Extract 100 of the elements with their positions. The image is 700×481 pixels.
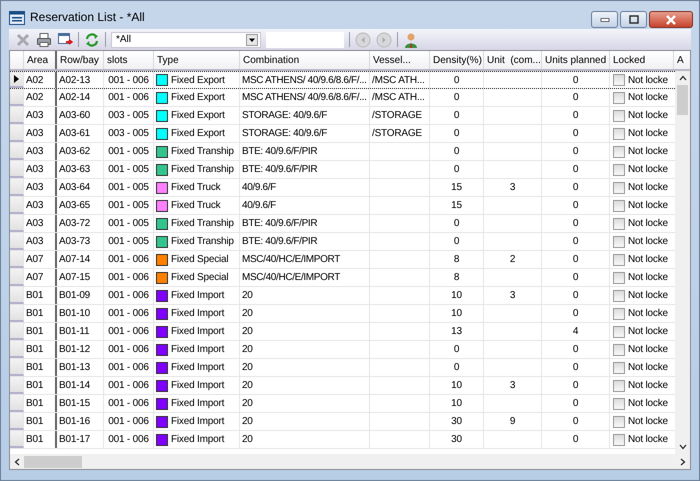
delete-icon[interactable]	[15, 32, 31, 48]
checkbox[interactable]	[613, 380, 625, 392]
checkbox[interactable]	[613, 146, 625, 158]
checkbox[interactable]	[613, 290, 625, 302]
table-cell: 0	[430, 341, 484, 358]
table-cell: 9	[484, 413, 542, 430]
table-cell: 0	[430, 215, 484, 232]
scroll-thumb[interactable]	[24, 456, 82, 468]
column-header[interactable]: Vessel...	[370, 51, 430, 69]
search-field[interactable]	[266, 32, 344, 48]
table-cell: B01	[24, 413, 57, 430]
table-cell: 0	[542, 107, 610, 124]
checkbox[interactable]	[613, 92, 625, 104]
table-cell: 001 - 006	[104, 305, 154, 322]
checkbox[interactable]	[613, 308, 625, 320]
checkbox[interactable]	[613, 344, 625, 356]
table-cell: STORAGE: 40/9.6/F	[240, 125, 370, 142]
table-cell: Fixed Import	[171, 362, 224, 373]
table-cell: 0	[542, 431, 610, 448]
table-cell: 0	[542, 89, 610, 106]
scroll-right-icon[interactable]	[680, 458, 686, 466]
table-cell: 8	[430, 251, 484, 268]
column-header[interactable]: A	[674, 51, 690, 69]
scroll-down-icon[interactable]	[678, 444, 686, 450]
checkbox[interactable]	[613, 74, 625, 86]
horizontal-scrollbar[interactable]	[10, 454, 690, 469]
table-cell: 0	[542, 143, 610, 160]
checkbox[interactable]	[613, 434, 625, 446]
column-header[interactable]: Combination	[240, 51, 370, 69]
table-cell: Not locke	[628, 380, 668, 391]
filter-dropdown[interactable]: *All	[111, 32, 261, 48]
table-cell: 3	[484, 179, 542, 196]
table-cell: Not locke	[628, 236, 668, 247]
print-icon[interactable]	[36, 32, 52, 48]
table-cell: A03	[24, 197, 57, 214]
column-header[interactable]: Unit (com...	[484, 51, 542, 69]
checkbox[interactable]	[613, 254, 625, 266]
table-cell: 0	[542, 413, 610, 430]
column-header[interactable]: Density(%)	[430, 51, 484, 69]
checkbox[interactable]	[613, 362, 625, 374]
checkbox[interactable]	[613, 416, 625, 428]
table-cell: 30	[430, 431, 484, 448]
checkbox[interactable]	[613, 110, 625, 122]
table-cell: 10	[430, 395, 484, 412]
column-header[interactable]: Locked	[610, 51, 674, 69]
checkbox[interactable]	[613, 128, 625, 140]
checkbox[interactable]	[613, 200, 625, 212]
next-button[interactable]	[376, 32, 392, 48]
table-cell: 001 - 005	[104, 161, 154, 178]
table-cell: A03	[24, 233, 57, 250]
table-cell: A03-72	[57, 215, 104, 232]
column-header[interactable]: slots	[104, 51, 154, 69]
person-icon[interactable]	[403, 32, 419, 48]
checkbox[interactable]	[613, 236, 625, 248]
table-cell: A03	[24, 125, 57, 142]
table-cell: B01-12	[57, 341, 104, 358]
table-cell: Fixed Tranship	[171, 146, 234, 157]
previous-button[interactable]	[355, 32, 371, 48]
checkbox[interactable]	[613, 398, 625, 410]
checkbox[interactable]	[613, 164, 625, 176]
close-button[interactable]	[649, 11, 693, 28]
vertical-scrollbar[interactable]	[675, 71, 690, 454]
table-cell: 10	[430, 305, 484, 322]
scroll-up-icon[interactable]	[678, 75, 686, 81]
column-header[interactable]: Area	[24, 51, 57, 69]
refresh-icon[interactable]	[84, 32, 100, 48]
table-cell: Not locke	[628, 218, 668, 229]
checkbox[interactable]	[613, 326, 625, 338]
export-icon[interactable]	[57, 32, 73, 48]
scroll-left-icon[interactable]	[14, 458, 20, 466]
table-cell: 0	[542, 269, 610, 286]
minimize-button[interactable]	[591, 11, 618, 28]
checkbox[interactable]	[613, 218, 625, 230]
table-cell: /MSC ATH...	[370, 72, 430, 88]
table-cell: 0	[430, 107, 484, 124]
column-header[interactable]: Units planned	[542, 51, 610, 69]
column-header[interactable]: Row/bay	[57, 51, 104, 69]
column-header[interactable]: Type	[154, 51, 240, 69]
table-cell: 15	[430, 179, 484, 196]
table-cell: B01	[24, 341, 57, 358]
table-cell: B01-17	[57, 431, 104, 448]
current-row-icon	[14, 75, 19, 83]
row-selector[interactable]	[10, 72, 24, 88]
table-cell: 0	[430, 125, 484, 142]
table-cell: Not locke	[628, 164, 668, 175]
table-cell: MSC ATHENS/ 40/9.6/8.6/F/...	[240, 89, 370, 106]
scroll-thumb[interactable]	[677, 85, 688, 115]
checkbox[interactable]	[613, 182, 625, 194]
checkbox[interactable]	[613, 272, 625, 284]
table-cell: 0	[542, 72, 610, 88]
table-cell: 003 - 005	[104, 107, 154, 124]
table-cell: Fixed Import	[171, 416, 224, 427]
table-cell: MSC ATHENS/ 40/9.6/8.6/F/...	[240, 72, 370, 88]
table-cell: /STORAGE	[370, 125, 430, 142]
table-cell: 0	[430, 89, 484, 106]
table-cell: A03	[24, 161, 57, 178]
table-cell: B01	[24, 305, 57, 322]
table-cell: 4	[542, 323, 610, 340]
table-cell: 0	[542, 305, 610, 322]
maximize-button[interactable]	[620, 11, 647, 28]
